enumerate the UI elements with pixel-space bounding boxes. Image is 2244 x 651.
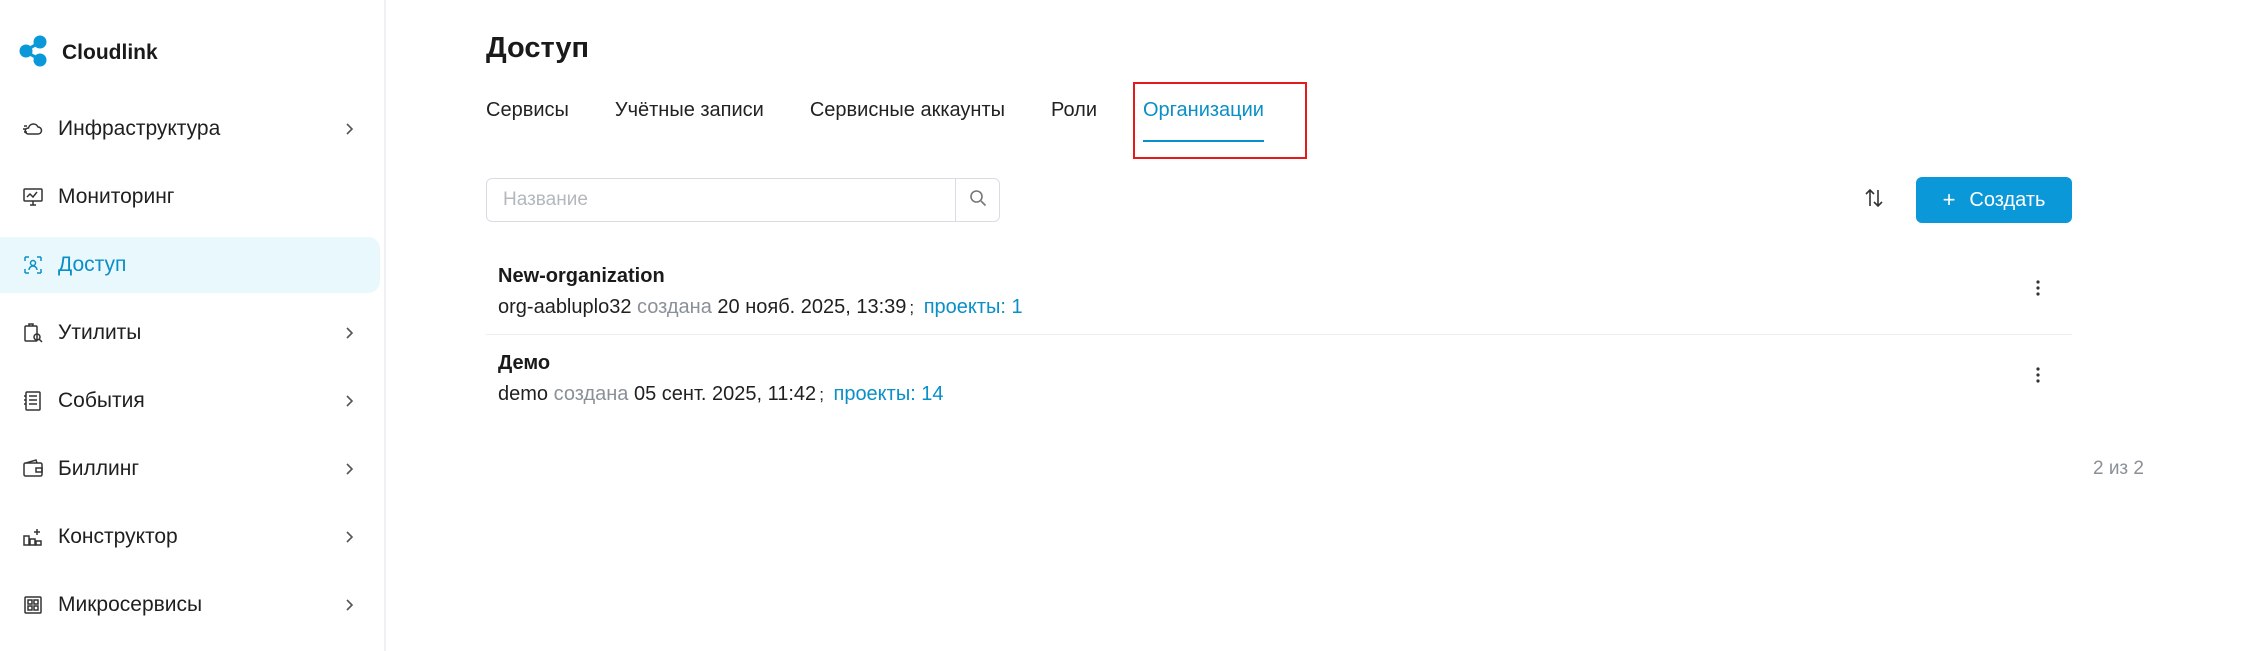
events-icon — [22, 390, 44, 412]
organization-meta: demo создана 05 сент. 2025, 11:42; проек… — [498, 381, 2072, 408]
projects-link[interactable]: проекты: 14 — [833, 383, 943, 405]
wallet-icon — [22, 458, 44, 480]
sort-arrows-icon — [1862, 186, 1886, 215]
row-actions-button[interactable] — [2026, 276, 2050, 304]
create-button[interactable]: + Создать — [1916, 177, 2072, 223]
organization-meta: org-aabluplo32 создана 20 нояб. 2025, 13… — [498, 294, 2072, 321]
sidebar: Cloudlink Инфраструктура Мониторинг Дост… — [0, 0, 386, 651]
sidebar-item-constructor[interactable]: Конструктор — [0, 509, 380, 565]
created-date: 05 сент. 2025, 11:42 — [633, 383, 817, 405]
microservices-icon — [22, 594, 44, 616]
tab-service-accounts[interactable]: Сервисные аккаунты — [810, 98, 1005, 142]
sidebar-item-label: Мониторинг — [58, 185, 175, 208]
tab-bar: Сервисы Учётные записи Сервисные аккаунт… — [486, 98, 1310, 142]
row-actions-button[interactable] — [2026, 363, 2050, 391]
projects-link[interactable]: проекты: 1 — [924, 296, 1023, 318]
sidebar-item-label: Биллинг — [58, 457, 140, 480]
access-icon — [22, 254, 44, 276]
tab-accounts[interactable]: Учётные записи — [615, 98, 764, 142]
sidebar-item-label: События — [58, 389, 145, 412]
organizations-list: New-organization org-aabluplo32 создана … — [486, 248, 2072, 420]
search-box — [486, 178, 1000, 222]
search-button[interactable] — [955, 179, 999, 221]
sidebar-item-label: Микросервисы — [58, 593, 203, 616]
sidebar-item-label: Конструктор — [58, 525, 178, 548]
sidebar-item-billing[interactable]: Биллинг — [0, 441, 380, 497]
app: Cloudlink Инфраструктура Мониторинг Дост… — [0, 0, 2244, 651]
tab-organizations[interactable]: Организации — [1143, 98, 1264, 142]
more-vertical-icon — [2035, 279, 2041, 302]
chevron-right-icon — [342, 326, 356, 340]
sidebar-item-monitoring[interactable]: Мониторинг — [0, 169, 380, 225]
created-label: создана — [637, 296, 712, 318]
meta-separator: ; — [909, 298, 915, 317]
sidebar-item-events[interactable]: События — [0, 373, 380, 429]
sidebar-item-label: Доступ — [58, 253, 127, 276]
sidebar-item-access[interactable]: Доступ — [0, 237, 380, 293]
chevron-right-icon — [342, 462, 356, 476]
search-input[interactable] — [487, 179, 955, 221]
create-button-label: Создать — [1969, 188, 2046, 211]
cloudlink-logo-icon — [18, 34, 52, 73]
tab-roles[interactable]: Роли — [1051, 98, 1097, 142]
list-item[interactable]: New-organization org-aabluplo32 создана … — [486, 248, 2072, 334]
tab-services[interactable]: Сервисы — [486, 98, 569, 142]
sidebar-nav: Инфраструктура Мониторинг Доступ Утилиты… — [0, 101, 386, 645]
organization-name: Демо — [498, 352, 551, 374]
created-date: 20 нояб. 2025, 13:39 — [717, 296, 907, 318]
tools-icon — [22, 322, 44, 344]
created-label: создана — [553, 383, 629, 405]
brand-name: Cloudlink — [62, 41, 158, 64]
chevron-right-icon — [342, 394, 356, 408]
chevron-right-icon — [342, 598, 356, 612]
organization-slug: org-aabluplo32 — [498, 296, 632, 318]
sidebar-item-infrastructure[interactable]: Инфраструктура — [0, 101, 380, 157]
sidebar-item-microservices[interactable]: Микросервисы — [0, 577, 380, 633]
sidebar-item-label: Утилиты — [58, 321, 142, 344]
organization-slug: demo — [498, 383, 549, 405]
organization-name: New-organization — [498, 265, 665, 287]
pagination-summary: 2 из 2 — [2092, 458, 2144, 479]
sidebar-item-utilities[interactable]: Утилиты — [0, 305, 380, 361]
brand-logo[interactable]: Cloudlink — [18, 33, 158, 73]
main-content: Доступ Сервисы Учётные записи Сервисные … — [388, 0, 2244, 651]
page-title: Доступ — [486, 32, 590, 64]
meta-separator: ; — [819, 385, 824, 404]
sidebar-item-label: Инфраструктура — [58, 117, 221, 140]
chevron-right-icon — [342, 530, 356, 544]
monitor-icon — [22, 186, 44, 208]
constructor-icon — [22, 526, 44, 548]
plus-icon: + — [1942, 187, 1956, 212]
cloud-icon — [22, 118, 44, 140]
search-icon — [969, 189, 987, 212]
sort-button[interactable] — [1860, 186, 1888, 214]
list-item[interactable]: Демо demo создана 05 сент. 2025, 11:42; … — [486, 334, 2072, 420]
more-vertical-icon — [2035, 366, 2041, 389]
chevron-right-icon — [342, 122, 356, 136]
